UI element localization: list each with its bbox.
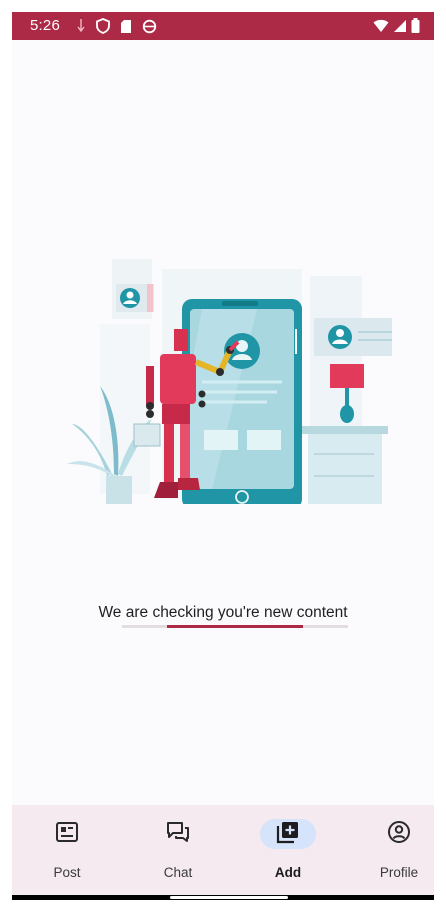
signal-icon (393, 19, 407, 38)
post-icon (55, 821, 79, 848)
shield-icon (96, 18, 110, 39)
nav-label-add: Add (274, 865, 302, 880)
app-screen: 5:26 We are checking you're new content … (12, 12, 434, 900)
nav-item-chat[interactable]: Chat (128, 805, 228, 895)
profile-card-large (314, 318, 412, 356)
battery-icon (411, 18, 420, 38)
sync-icon (142, 19, 157, 39)
nav-item-add[interactable]: Add (238, 805, 338, 895)
status-notification-icons (76, 18, 157, 39)
nav-pill-profile (371, 819, 427, 849)
wifi-icon (373, 19, 389, 38)
add-library-icon (276, 820, 300, 849)
gesture-handle[interactable] (170, 896, 288, 899)
nav-label-chat: Chat (163, 865, 193, 880)
gesture-navigation-bar (12, 895, 434, 900)
sd-card-icon (120, 19, 132, 39)
status-bar: 5:26 (12, 12, 434, 40)
nav-item-profile[interactable]: Profile (349, 805, 434, 895)
status-system-icons (373, 18, 420, 38)
bottom-navigation: Post Chat Add Profile (12, 805, 434, 895)
profile-icon (387, 820, 411, 849)
hero-illustration (52, 254, 412, 509)
nav-pill-post (39, 819, 95, 849)
profile-card-small (116, 284, 154, 312)
chat-icon (165, 820, 191, 849)
drawer-illustration (302, 426, 388, 508)
usb-icon (76, 18, 86, 39)
nav-item-post[interactable]: Post (17, 805, 117, 895)
loading-message: We are checking you're new content (98, 604, 348, 621)
nav-label-post: Post (53, 865, 81, 880)
loading-progress-bar (122, 625, 348, 628)
nav-label-profile: Profile (379, 865, 419, 880)
loading-progress-fill (167, 625, 303, 628)
nav-pill-add (260, 819, 316, 849)
nav-pill-chat (150, 819, 206, 849)
status-time: 5:26 (30, 17, 60, 34)
